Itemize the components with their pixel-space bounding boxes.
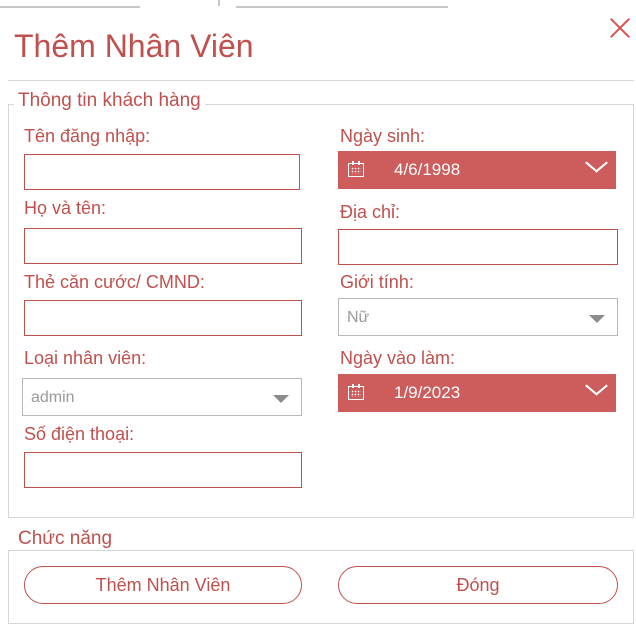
- phone-input[interactable]: [24, 452, 302, 488]
- employee-type-select[interactable]: admin: [22, 378, 302, 416]
- gender-label: Giới tính:: [340, 272, 414, 292]
- employee-info-legend: Thông tin khách hàng: [14, 90, 205, 112]
- gender-value: Nữ: [347, 309, 370, 326]
- id-card-label: Thẻ căn cước/ CMND:: [24, 272, 205, 292]
- chevron-down-icon: [584, 382, 608, 398]
- close-icon[interactable]: [606, 14, 634, 42]
- dropdown-caret-icon: [273, 395, 289, 403]
- calendar-icon: [348, 384, 366, 401]
- birthdate-label: Ngày sinh:: [340, 126, 426, 146]
- dialog-title: Thêm Nhân Viên: [14, 28, 254, 64]
- fullname-input[interactable]: [24, 228, 302, 264]
- start-date-value: 1/9/2023: [394, 383, 461, 402]
- chevron-down-icon: [584, 159, 608, 175]
- phone-label: Số điện thoại:: [24, 424, 135, 444]
- start-date-picker[interactable]: 1/9/2023: [338, 374, 616, 412]
- start-date-label: Ngày vào làm:: [340, 348, 456, 368]
- calendar-icon: [348, 161, 366, 178]
- address-label: Địa chỉ:: [340, 202, 401, 222]
- clipped-tab-strip: [0, 0, 636, 8]
- address-input[interactable]: [338, 229, 618, 265]
- username-label: Tên đăng nhập:: [24, 126, 151, 146]
- add-employee-button[interactable]: Thêm Nhân Viên: [24, 566, 302, 604]
- clipped-tab: [236, 0, 448, 8]
- username-input[interactable]: [24, 154, 300, 190]
- birthdate-picker[interactable]: 4/6/1998: [338, 151, 616, 189]
- gender-select[interactable]: Nữ: [338, 298, 618, 336]
- function-legend: Chức năng: [14, 528, 117, 550]
- birthdate-value: 4/6/1998: [394, 160, 461, 179]
- tab-divider: [218, 0, 220, 6]
- title-divider: [8, 80, 634, 81]
- clipped-tab: [0, 0, 140, 8]
- employee-type-value: admin: [31, 389, 75, 406]
- employee-type-label: Loại nhân viên:: [24, 348, 147, 368]
- dropdown-caret-icon: [589, 315, 605, 323]
- fullname-label: Họ và tên:: [24, 198, 107, 218]
- id-card-input[interactable]: [24, 300, 302, 336]
- close-button[interactable]: Đóng: [338, 566, 618, 604]
